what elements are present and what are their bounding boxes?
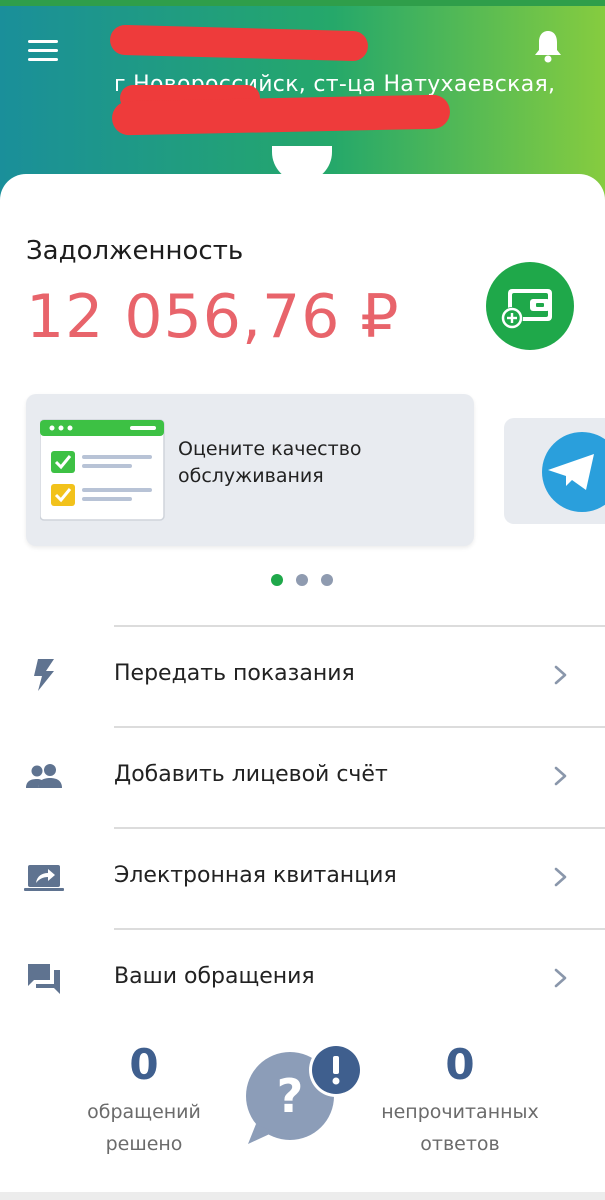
divider <box>114 625 605 627</box>
debt-label: Задолженность <box>26 236 244 266</box>
wallet-plus-icon <box>501 289 552 329</box>
menu-item-your-requests[interactable]: Ваши обращения <box>0 928 605 1028</box>
banner-telegram[interactable] <box>504 418 605 524</box>
chevron-right-icon <box>554 665 567 685</box>
redacted-address <box>111 94 451 136</box>
divider <box>114 726 605 728</box>
chevron-right-icon <box>554 766 567 786</box>
divider <box>114 928 605 930</box>
question-chat-icon[interactable]: ? <box>244 1040 368 1146</box>
chevron-right-icon <box>554 968 567 988</box>
bolt-icon <box>34 659 54 691</box>
bell-icon[interactable] <box>532 28 564 64</box>
top-up-wallet-button[interactable] <box>486 262 574 350</box>
unread-label: непрочитанных ответов <box>370 1096 550 1160</box>
carousel-dot-active[interactable] <box>271 574 283 586</box>
chat-icon <box>28 964 60 994</box>
unread-label-line2: ответов <box>420 1133 500 1155</box>
redacted-name <box>109 24 369 62</box>
bottom-bar <box>0 1192 605 1200</box>
resolved-label: обращений решено <box>64 1096 224 1160</box>
resolved-label-line2: решено <box>105 1133 183 1155</box>
hamburger-menu-icon[interactable] <box>26 38 62 64</box>
carousel-dot[interactable] <box>296 574 308 586</box>
resolved-count: 0 <box>129 1040 159 1089</box>
menu-item-add-account[interactable]: Добавить лицевой счёт <box>0 726 605 826</box>
unread-count: 0 <box>445 1040 475 1089</box>
resolved-label-line1: обращений <box>87 1101 201 1123</box>
menu-item-label: Добавить лицевой счёт <box>114 762 388 787</box>
menu-item-label: Электронная квитанция <box>114 863 397 888</box>
menu-item-label: Ваши обращения <box>114 964 315 989</box>
banner-rate-service[interactable]: Оцените качество обслуживания <box>26 394 474 546</box>
carousel-dot[interactable] <box>321 574 333 586</box>
debt-amount: 12 056,76 ₽ <box>26 282 400 352</box>
carousel-dots <box>271 574 341 588</box>
banner-text: Оцените качество обслуживания <box>178 438 362 487</box>
unread-label-line1: непрочитанных <box>381 1101 539 1123</box>
status-strip <box>0 0 605 6</box>
menu-item-submit-readings[interactable]: Передать показания <box>0 625 605 725</box>
checklist-illustration-icon <box>40 419 165 521</box>
telegram-icon <box>542 432 605 512</box>
people-icon <box>26 764 62 788</box>
menu-item-label: Передать показания <box>114 661 355 686</box>
divider <box>114 827 605 829</box>
chevron-right-icon <box>554 867 567 887</box>
menu-item-e-receipt[interactable]: Электронная квитанция <box>0 827 605 927</box>
share-screen-icon <box>24 865 64 891</box>
svg-text:?: ? <box>277 1069 304 1123</box>
